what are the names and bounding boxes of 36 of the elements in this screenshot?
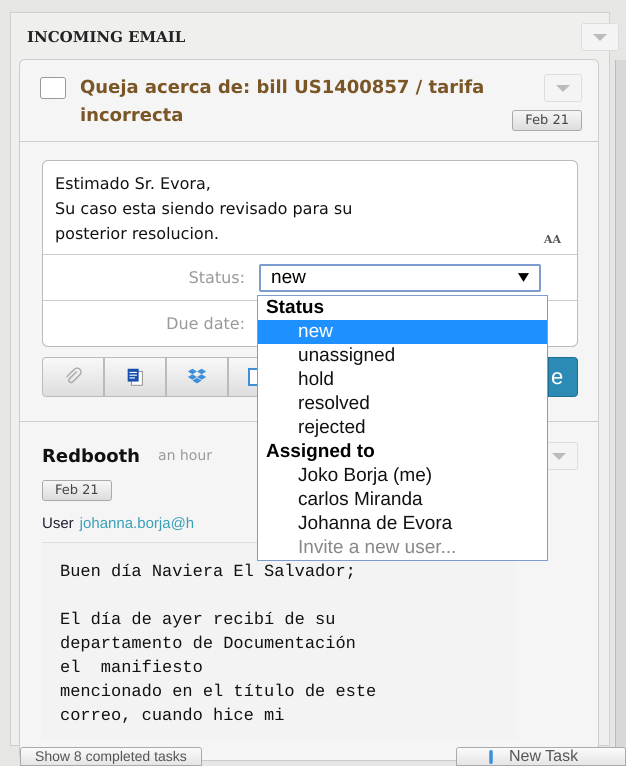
menu-option[interactable]: carlos Miranda (258, 488, 547, 512)
field-label: Due date: (165, 314, 246, 333)
document-button[interactable] (104, 357, 166, 397)
task-menu-button[interactable] (544, 74, 582, 102)
caret-icon (518, 273, 529, 282)
panel-title: INCOMING EMAIL (27, 28, 186, 46)
date-tag: Feb 21 (512, 110, 582, 131)
scrollbar[interactable] (615, 60, 626, 750)
text-format-toggle[interactable]: AA (544, 233, 561, 246)
comment-author: Redbooth (42, 446, 140, 466)
field-label: Status: (188, 268, 246, 287)
date-tag: Feb 21 (42, 480, 112, 501)
menu-option[interactable]: Invite a new user... (258, 536, 547, 560)
pin-icon (487, 750, 495, 764)
menu-option[interactable]: hold (258, 368, 547, 392)
status-select[interactable]: new (259, 264, 541, 292)
menu-option[interactable]: unassigned (258, 344, 547, 368)
caret-icon (593, 34, 607, 40)
task-checkbox[interactable] (40, 77, 66, 99)
dropbox-button[interactable] (166, 357, 228, 397)
menu-group-label: Assigned to (265, 440, 376, 464)
menu-option[interactable]: Johanna de Evora (258, 512, 547, 536)
menu-option[interactable]: Joko Borja (me) (258, 464, 547, 488)
new-task-button[interactable]: New Task (456, 747, 626, 766)
panel-menu-button[interactable] (581, 23, 619, 51)
caret-icon (556, 84, 570, 92)
caret-icon (552, 452, 566, 460)
menu-option[interactable]: rejected (258, 416, 547, 440)
task-title: Queja acerca de: bill US1400857 / tarifa incorrecta (80, 76, 485, 128)
save-button[interactable]: e (548, 357, 578, 397)
menu-group-label: Status (265, 296, 326, 320)
menu-option[interactable]: resolved (258, 392, 547, 416)
comment-time: an hour (158, 448, 212, 464)
reply-text[interactable]: Estimado Sr. Evora, Su caso esta siendo revisado para su posterior resolucion. (55, 171, 544, 246)
show-completed-button[interactable]: Show 8 completed tasks (20, 747, 202, 766)
user-label: User (42, 515, 74, 532)
